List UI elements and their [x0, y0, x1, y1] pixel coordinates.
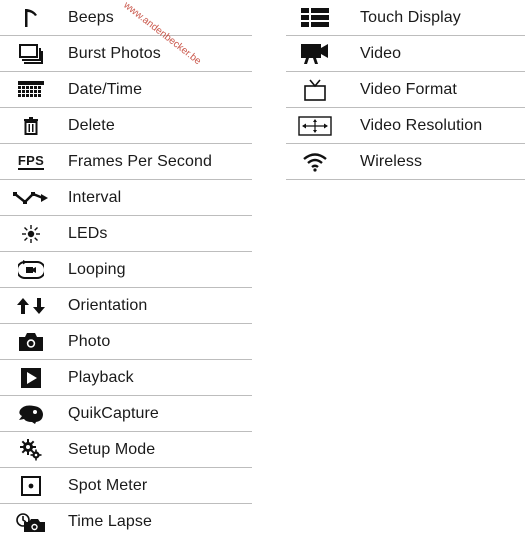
delete-icon [8, 108, 54, 144]
list-item-label: Touch Display [360, 9, 461, 26]
list-item-time-lapse: Time Lapse [0, 504, 252, 540]
touch-display-icon [286, 0, 344, 36]
date-time-icon [8, 72, 54, 108]
list-item-label: Delete [68, 117, 115, 134]
list-item-setup-mode: Setup Mode [0, 432, 252, 468]
list-item-date-time: Date/Time [0, 72, 252, 108]
list-item-delete: Delete [0, 108, 252, 144]
list-item-video-resolution: Video Resolution [286, 108, 525, 144]
list-item-label: Playback [68, 369, 134, 386]
list-item-label: Video Format [360, 81, 457, 98]
list-item-label: Looping [68, 261, 126, 278]
video-format-icon [286, 72, 344, 108]
photo-icon [8, 324, 54, 360]
orientation-icon [8, 288, 54, 324]
left-icon-list: Beeps Burst Photos Date/Time Delete FPS … [0, 0, 252, 540]
looping-icon [8, 252, 54, 288]
quikcapture-icon [8, 396, 54, 432]
list-item-video-format: Video Format [286, 72, 525, 108]
list-item-burst-photos: Burst Photos [0, 36, 252, 72]
list-item-playback: Playback [0, 360, 252, 396]
video-resolution-icon [286, 108, 344, 144]
list-item-quikcapture: QuikCapture [0, 396, 252, 432]
list-item-label: QuikCapture [68, 405, 159, 422]
setup-mode-icon [8, 432, 54, 468]
list-item-spot-meter: Spot Meter [0, 468, 252, 504]
fps-icon: FPS [8, 144, 54, 180]
playback-icon [8, 360, 54, 396]
video-icon [286, 36, 344, 72]
interval-icon [8, 180, 54, 216]
time-lapse-icon [8, 504, 54, 540]
list-item-label: Beeps [68, 9, 114, 26]
list-item-label: Burst Photos [68, 45, 161, 62]
wireless-icon [286, 144, 344, 180]
list-item-label: Spot Meter [68, 477, 148, 494]
list-item-looping: Looping [0, 252, 252, 288]
leds-icon [8, 216, 54, 252]
list-item-label: Photo [68, 333, 111, 350]
beeps-icon [8, 0, 54, 36]
list-item-label: Setup Mode [68, 441, 156, 458]
list-item-video: Video [286, 36, 525, 72]
list-item-label: Orientation [68, 297, 148, 314]
list-item-label: Video [360, 45, 402, 62]
fps-icon-text: FPS [17, 153, 45, 170]
list-item-frames-per-second: FPS Frames Per Second [0, 144, 252, 180]
list-item-interval: Interval [0, 180, 252, 216]
list-item-label: LEDs [68, 225, 108, 242]
list-item-touch-display: Touch Display [286, 0, 525, 36]
list-item-leds: LEDs [0, 216, 252, 252]
list-item-label: Date/Time [68, 81, 143, 98]
list-item-label: Wireless [360, 153, 423, 170]
burst-photos-icon [8, 36, 54, 72]
list-item-label: Time Lapse [68, 513, 152, 530]
list-item-label: Interval [68, 189, 122, 206]
list-item-orientation: Orientation [0, 288, 252, 324]
list-item-label: Frames Per Second [68, 153, 212, 170]
spot-meter-icon [8, 468, 54, 504]
list-item-label: Video Resolution [360, 117, 483, 134]
list-item-wireless: Wireless [286, 144, 525, 180]
list-item-photo: Photo [0, 324, 252, 360]
right-icon-list: Touch Display Video Video Format Video R… [286, 0, 525, 180]
